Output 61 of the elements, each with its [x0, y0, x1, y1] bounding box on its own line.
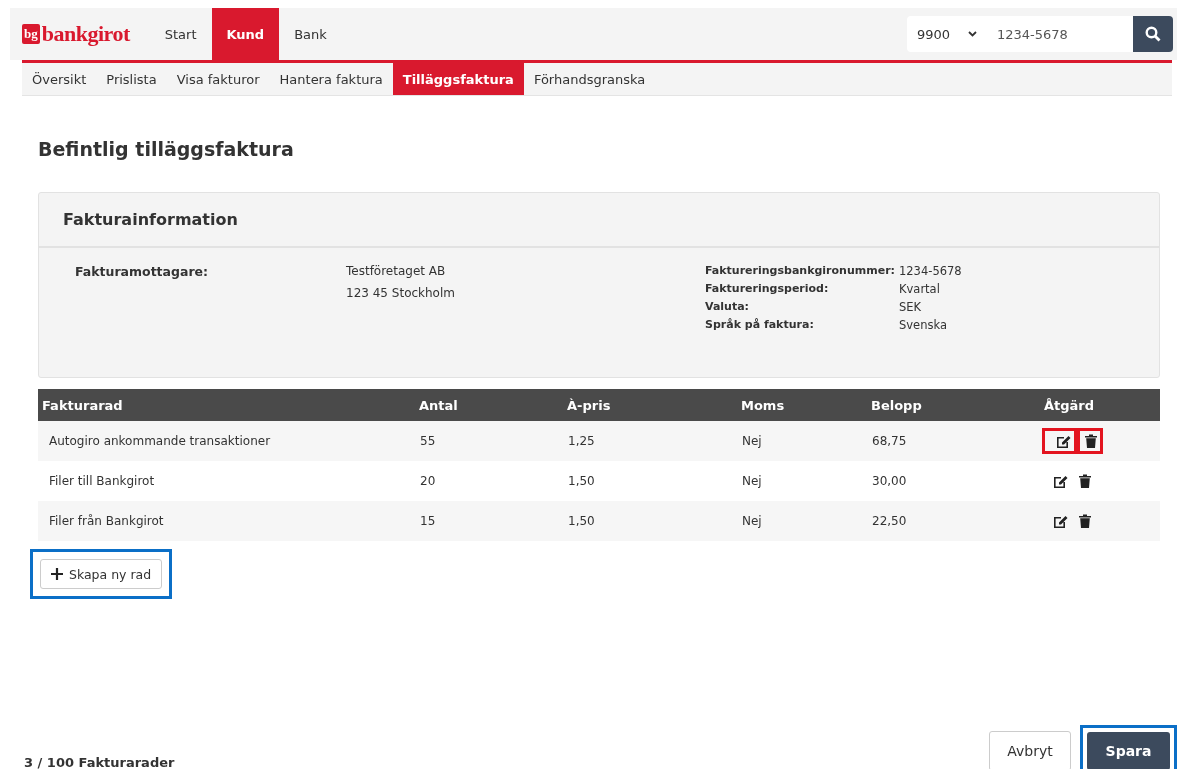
- logo-mark: bg: [22, 24, 40, 44]
- field-label: Fakturamottagare:: [75, 264, 210, 281]
- plus-icon: [51, 568, 63, 580]
- table-cell-text: 68,75: [871, 434, 908, 448]
- cancel-button[interactable]: Avbryt: [989, 731, 1071, 769]
- field-value: Kvartal: [899, 282, 941, 296]
- table-cell-text: 1,25: [567, 434, 596, 448]
- address-line: Testföretaget AB: [346, 264, 447, 278]
- column-header: Antal: [418, 397, 459, 413]
- field-label: Språk på faktura:: [705, 318, 815, 332]
- subnav-tab[interactable]: Prislista: [96, 63, 167, 95]
- table-cell-text: 55: [419, 434, 437, 448]
- subnav-tab[interactable]: Visa fakturor: [166, 63, 270, 95]
- add-row-button[interactable]: Skapa ny rad: [40, 559, 163, 589]
- field-value: SEK: [899, 300, 923, 314]
- trash-icon[interactable]: [1085, 434, 1097, 448]
- column-header: Åtgärd: [1043, 397, 1096, 413]
- table-cell-text: Nej: [741, 434, 763, 448]
- row-count: 3 / 100 Fakturarader: [24, 754, 175, 769]
- field-value: 1234-5678: [899, 264, 962, 278]
- subnav-tab[interactable]: Förhandsgranska: [523, 63, 656, 95]
- column-header: Fakturarad: [41, 397, 124, 413]
- table-cell-text: 1,50: [567, 514, 596, 528]
- trash-icon[interactable]: [1079, 514, 1091, 528]
- subnav-tab[interactable]: Hantera faktura: [269, 63, 393, 95]
- logo-text[interactable]: bankgirot: [41, 21, 130, 47]
- card-title: Fakturainformation: [63, 210, 238, 229]
- field-label: Faktureringsbankgironummer:: [705, 264, 895, 278]
- field-label: Valuta:: [705, 300, 751, 314]
- search-icon: [1145, 26, 1161, 42]
- table-cell-text: 22,50: [871, 514, 908, 528]
- table-cell-text: Autogiro ankommande transaktioner: [48, 434, 272, 448]
- search-button[interactable]: [1133, 16, 1173, 52]
- edit-icon[interactable]: [1056, 434, 1071, 448]
- table-cell-text: Nej: [741, 474, 763, 488]
- nav-tab[interactable]: Kund: [211, 8, 280, 60]
- table-cell-text: Filer till Bankgirot: [48, 474, 156, 488]
- table-cell-text: Filer från Bankgirot: [48, 514, 165, 528]
- branch-select[interactable]: 9900: [907, 16, 987, 52]
- nav-tab[interactable]: Start: [149, 8, 212, 60]
- subnav-tab[interactable]: Tilläggsfaktura: [392, 63, 524, 95]
- column-header: Belopp: [870, 397, 923, 413]
- table-cell-text: 1,50: [567, 474, 596, 488]
- trash-icon[interactable]: [1079, 474, 1091, 488]
- table-cell-text: 15: [419, 514, 437, 528]
- address-line: 123 45 Stockholm: [346, 286, 456, 300]
- nav-tab[interactable]: Bank: [279, 8, 342, 60]
- column-header: Moms: [740, 397, 786, 413]
- table-cell-text: 30,00: [871, 474, 908, 488]
- chevron-icon: [968, 31, 977, 37]
- subnav-tab[interactable]: Översikt: [22, 63, 97, 95]
- table-cell-text: Nej: [741, 514, 763, 528]
- column-header: À-pris: [566, 397, 612, 413]
- field-value: Svenska: [899, 318, 948, 332]
- save-button[interactable]: Spara: [1087, 732, 1170, 769]
- table-cell-text: 20: [419, 474, 437, 488]
- search-field[interactable]: 1234-5678: [987, 16, 1133, 52]
- page-title: Befintlig tilläggsfaktura: [38, 138, 295, 162]
- field-label: Faktureringsperiod:: [705, 282, 830, 296]
- edit-icon[interactable]: [1053, 514, 1068, 528]
- edit-icon[interactable]: [1053, 474, 1068, 488]
